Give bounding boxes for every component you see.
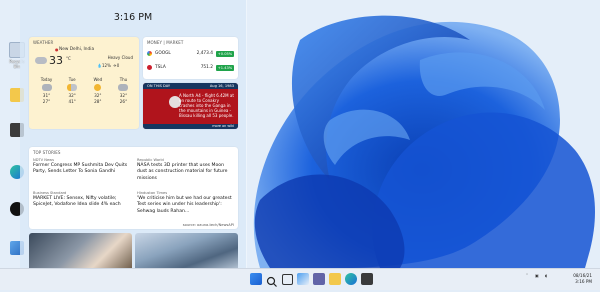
edge-icon[interactable] — [345, 273, 357, 285]
story-source: Business Standard — [33, 191, 67, 195]
forecast-day-label: Thu — [119, 77, 128, 82]
story-item[interactable]: Republic World NASA tests 3D printer tha… — [137, 158, 233, 182]
stories-source-note: source: oauna-tech/NewsAPI — [182, 223, 234, 227]
forecast-day-label: Wed — [93, 77, 103, 82]
weather-condition: Heavy Cloud — [107, 55, 133, 60]
forecast-day: Thu 32° 26° — [112, 77, 135, 105]
cloud-icon — [35, 57, 47, 64]
taskbar-clock[interactable]: 08/16/21 3:16 PM — [573, 273, 592, 285]
story-item[interactable]: Business Standard MARKET LIVE: Sensex, N… — [33, 191, 129, 209]
forecast-row: Today 31° 27° Tue 32° 41° Wed 32° 28° Th… — [35, 77, 135, 105]
cloud-icon — [118, 84, 129, 91]
weather-location: New Delhi, India — [59, 47, 95, 52]
top-stories-card: TOP STORIES NDTV News Former Congress MP… — [29, 147, 238, 229]
forecast-day: Wed 32° 28° — [86, 77, 109, 105]
start-icon[interactable] — [250, 273, 262, 285]
file-explorer-icon[interactable] — [329, 273, 341, 285]
taskbar-time: 3:16 PM — [575, 279, 592, 284]
taskbar: ˄ ▣ ◖ 08/16/21 3:16 PM — [0, 268, 600, 290]
stock-symbol: TSLA — [155, 65, 166, 70]
stock-change: +0.05% — [216, 50, 234, 57]
tesla-logo-icon — [147, 65, 152, 70]
google-logo-icon — [147, 51, 152, 56]
on-this-day-title: ON THIS DAY — [147, 84, 171, 88]
story-headline[interactable]: NASA tests 3D printer that uses Moon dus… — [137, 163, 233, 182]
widgets-clock: 3:16 PM — [113, 12, 153, 23]
story-source: Hindustan Times — [137, 191, 168, 195]
stock-price: 2,473.4 — [196, 51, 213, 56]
forecast-low: 41° — [68, 99, 76, 104]
forecast-day-label: Tue — [68, 77, 76, 82]
partly-sunny-icon — [67, 84, 78, 91]
chevron-up-icon[interactable]: ˄ — [526, 273, 528, 278]
sun-icon — [94, 84, 102, 91]
story-item[interactable]: NDTV News Former Congress MP Sushmita De… — [33, 158, 129, 176]
forecast-low: 26° — [119, 99, 128, 104]
forecast-low: 28° — [94, 99, 102, 104]
weather-unit: °C — [66, 56, 71, 61]
on-this-day-text: A North A4 - flight 6.42M at en route to… — [179, 93, 234, 118]
news-photo[interactable] — [29, 233, 132, 270]
market-row-tsla[interactable]: TSLA 751.2 +1.43% — [147, 63, 235, 72]
weather-card-title: WEATHER — [33, 40, 54, 45]
cloud-icon — [41, 84, 52, 91]
story-source: NDTV News — [33, 158, 54, 162]
stock-symbol: GOOGL — [155, 51, 171, 56]
top-stories-title: TOP STORIES — [33, 150, 61, 155]
stock-price: 751.2 — [200, 65, 213, 70]
widgets-panel: 3:16 PM WEATHER ● New Delhi, India 33 °C… — [20, 0, 247, 270]
location-pin-icon: ● — [55, 47, 59, 52]
weather-temperature: 33 — [49, 54, 63, 67]
store-icon[interactable] — [361, 273, 373, 285]
humidity-value: 12% — [101, 63, 111, 68]
weather-card[interactable]: WEATHER ● New Delhi, India 33 °C Heavy C… — [29, 37, 139, 129]
task-view-icon[interactable] — [282, 274, 293, 285]
wind-value: 0 — [116, 63, 120, 68]
more-on-wiki-link[interactable]: more on wiki — [212, 124, 234, 128]
weather-meta: 💧12% ✈0 — [97, 63, 119, 68]
forecast-day: Tue 32° 41° — [61, 77, 84, 105]
on-this-day-date: Aug 16, 1983 — [209, 84, 234, 88]
network-icon[interactable]: ▣ — [535, 273, 539, 278]
story-item[interactable]: Hindustan Times 'We criticise him but we… — [137, 191, 233, 215]
teams-icon[interactable] — [313, 273, 325, 285]
story-source: Republic World — [137, 158, 164, 162]
forecast-day-label: Today — [40, 77, 53, 82]
market-card[interactable]: MONEY | MARKET GOOGL 2,473.4 +0.05% TSLA… — [143, 37, 238, 79]
on-this-day-card[interactable]: ON THIS DAY Aug 16, 1983 A North A4 - fl… — [143, 83, 238, 129]
widgets-icon[interactable] — [297, 273, 309, 285]
volume-icon[interactable]: ◖ — [545, 273, 547, 278]
forecast-day: Today 31° 27° — [35, 77, 58, 105]
story-headline[interactable]: MARKET LIVE: Sensex, Nifty volatile; Spi… — [33, 196, 129, 209]
stock-change: +1.43% — [216, 64, 234, 71]
market-row-googl[interactable]: GOOGL 2,473.4 +0.05% — [147, 49, 235, 58]
on-this-day-header: ON THIS DAY Aug 16, 1983 — [143, 83, 238, 89]
market-card-title: MONEY | MARKET — [147, 40, 184, 45]
news-photo[interactable] — [135, 233, 238, 270]
on-this-day-footer[interactable]: more on wiki — [143, 124, 238, 129]
story-headline[interactable]: 'We criticise him but we had our greates… — [137, 196, 233, 215]
forecast-low: 27° — [42, 99, 51, 104]
story-headline[interactable]: Former Congress MP Sushmita Dev Quits Pa… — [33, 163, 129, 176]
search-icon[interactable] — [266, 273, 278, 287]
